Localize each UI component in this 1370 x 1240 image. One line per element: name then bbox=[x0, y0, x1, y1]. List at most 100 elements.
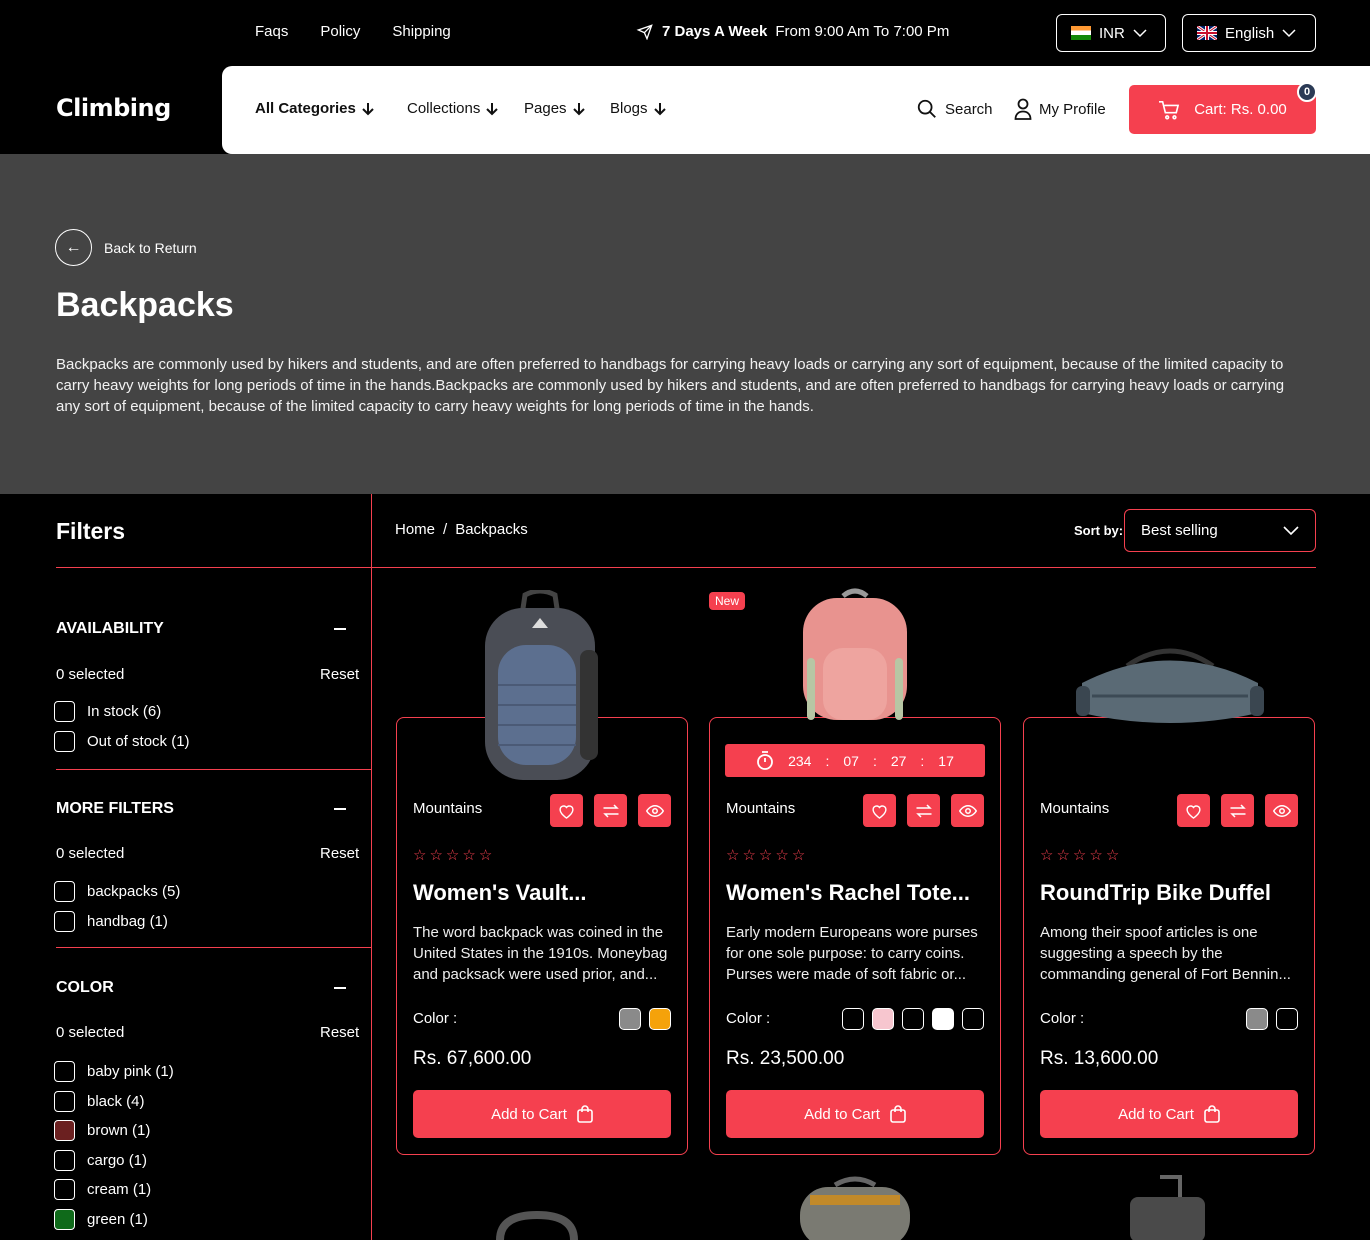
my-profile-button[interactable]: My Profile bbox=[1014, 98, 1106, 120]
filter-more-filters-title[interactable]: MORE FILTERS bbox=[56, 800, 174, 818]
filter-option-green[interactable]: green (1) bbox=[54, 1209, 148, 1230]
nav-collections[interactable]: Collections bbox=[407, 100, 499, 117]
color-swatch[interactable] bbox=[1276, 1008, 1298, 1030]
more-filters-selected-count: 0 selected bbox=[56, 845, 125, 862]
search-icon bbox=[917, 99, 936, 118]
filter-option-cream[interactable]: cream (1) bbox=[54, 1179, 151, 1200]
shipping-link[interactable]: Shipping bbox=[392, 23, 450, 40]
chevron-down-icon bbox=[1133, 29, 1147, 38]
shopping-bag-icon bbox=[1204, 1105, 1220, 1123]
cart-button[interactable]: Cart: Rs. 0.00 bbox=[1129, 85, 1316, 134]
checkbox[interactable] bbox=[54, 1209, 75, 1230]
sort-select[interactable]: Best selling bbox=[1124, 509, 1316, 552]
faqs-link[interactable]: Faqs bbox=[255, 23, 288, 40]
compare-button[interactable] bbox=[1221, 794, 1254, 827]
promo-message: 7 Days A Week From 9:00 Am To 7:00 Pm bbox=[636, 23, 949, 40]
site-logo[interactable]: Climbing bbox=[56, 94, 171, 122]
breadcrumb: Home / Backpacks bbox=[395, 521, 528, 538]
filter-option-baby-pink[interactable]: baby pink (1) bbox=[54, 1061, 174, 1082]
collapse-icon[interactable] bbox=[334, 628, 346, 630]
shopping-bag-icon bbox=[890, 1105, 906, 1123]
filter-option-handbag[interactable]: handbag (1) bbox=[54, 911, 168, 932]
quick-view-button[interactable] bbox=[638, 794, 671, 827]
filter-option-in-stock[interactable]: In stock (6) bbox=[54, 701, 161, 722]
checkbox[interactable] bbox=[54, 1150, 75, 1171]
back-to-return-link[interactable]: ← Back to Return bbox=[55, 229, 197, 266]
product-title[interactable]: Women's Vault... bbox=[413, 880, 675, 906]
wishlist-button[interactable] bbox=[1177, 794, 1210, 827]
paper-plane-icon bbox=[636, 23, 653, 40]
currency-selector[interactable]: INR bbox=[1056, 14, 1166, 52]
profile-label: My Profile bbox=[1039, 100, 1106, 118]
color-swatch[interactable] bbox=[649, 1008, 671, 1030]
color-swatch[interactable] bbox=[619, 1008, 641, 1030]
search-button[interactable]: Search bbox=[916, 98, 993, 120]
checkbox[interactable] bbox=[54, 1120, 75, 1141]
product-title[interactable]: Women's Rachel Tote... bbox=[726, 880, 988, 906]
compare-button[interactable] bbox=[594, 794, 627, 827]
checkbox[interactable] bbox=[54, 1179, 75, 1200]
filter-option-brown[interactable]: brown (1) bbox=[54, 1120, 150, 1141]
option-label: Out of stock (1) bbox=[87, 733, 190, 750]
nav-blogs[interactable]: Blogs bbox=[610, 100, 666, 117]
compare-button[interactable] bbox=[907, 794, 940, 827]
eye-icon bbox=[958, 804, 977, 817]
color-swatch[interactable] bbox=[932, 1008, 954, 1030]
color-swatches bbox=[619, 1008, 671, 1030]
more-filters-reset-link[interactable]: Reset bbox=[320, 845, 359, 862]
checkbox[interactable] bbox=[54, 881, 75, 902]
filter-option-backpacks[interactable]: backpacks (5) bbox=[54, 881, 180, 902]
color-swatch[interactable] bbox=[872, 1008, 894, 1030]
color-swatch[interactable] bbox=[902, 1008, 924, 1030]
language-selector[interactable]: English bbox=[1182, 14, 1316, 52]
checkbox[interactable] bbox=[54, 701, 75, 722]
quick-view-button[interactable] bbox=[1265, 794, 1298, 827]
breadcrumb-current: Backpacks bbox=[455, 521, 528, 538]
quick-view-button[interactable] bbox=[951, 794, 984, 827]
heart-icon bbox=[559, 804, 574, 819]
collection-description: Backpacks are commonly used by hikers an… bbox=[56, 356, 1285, 415]
pink-backpack-image[interactable] bbox=[795, 588, 915, 720]
product-image-partial[interactable] bbox=[490, 1205, 585, 1240]
checkbox[interactable] bbox=[54, 911, 75, 932]
timer-hours: 07 bbox=[843, 752, 859, 769]
backpack-image[interactable] bbox=[470, 590, 610, 785]
add-to-cart-button[interactable]: Add to Cart bbox=[726, 1090, 984, 1138]
compare-arrows-icon bbox=[1229, 803, 1246, 818]
breadcrumb-home[interactable]: Home bbox=[395, 521, 435, 538]
divider bbox=[56, 769, 372, 770]
back-label: Back to Return bbox=[104, 239, 197, 256]
filter-option-cargo[interactable]: cargo (1) bbox=[54, 1150, 147, 1171]
color-swatch[interactable] bbox=[1246, 1008, 1268, 1030]
color-swatch[interactable] bbox=[962, 1008, 984, 1030]
color-label: Color : bbox=[1040, 1010, 1085, 1027]
divider bbox=[56, 947, 372, 948]
collapse-icon[interactable] bbox=[334, 987, 346, 989]
arrow-down-icon bbox=[572, 102, 585, 115]
product-image-partial[interactable] bbox=[790, 1175, 920, 1240]
color-swatch[interactable] bbox=[842, 1008, 864, 1030]
nav-pages[interactable]: Pages bbox=[524, 100, 585, 117]
availability-reset-link[interactable]: Reset bbox=[320, 666, 359, 683]
wishlist-button[interactable] bbox=[550, 794, 583, 827]
filter-option-black[interactable]: black (4) bbox=[54, 1091, 145, 1112]
checkbox[interactable] bbox=[54, 1061, 75, 1082]
policy-link[interactable]: Policy bbox=[320, 23, 360, 40]
color-reset-link[interactable]: Reset bbox=[320, 1024, 359, 1041]
add-to-cart-button[interactable]: Add to Cart bbox=[413, 1090, 671, 1138]
filter-color-title[interactable]: COLOR bbox=[56, 979, 114, 997]
nav-all-categories[interactable]: All Categories bbox=[255, 100, 374, 117]
nav-label: Blogs bbox=[610, 100, 648, 117]
product-title[interactable]: RoundTrip Bike Duffel bbox=[1040, 880, 1302, 906]
filter-availability-title[interactable]: AVAILABILITY bbox=[56, 620, 164, 638]
duffel-bag-image[interactable] bbox=[1072, 638, 1268, 738]
product-card[interactable]: Mountains ☆ ☆ ☆ ☆ ☆ RoundTrip Bike Duffel Am… bbox=[1023, 717, 1315, 1155]
product-image-partial[interactable] bbox=[1125, 1175, 1210, 1240]
checkbox[interactable] bbox=[54, 731, 75, 752]
wishlist-button[interactable] bbox=[863, 794, 896, 827]
checkbox[interactable] bbox=[54, 1091, 75, 1112]
collapse-icon[interactable] bbox=[334, 808, 346, 810]
filter-option-out-of-stock[interactable]: Out of stock (1) bbox=[54, 731, 190, 752]
add-to-cart-button[interactable]: Add to Cart bbox=[1040, 1090, 1298, 1138]
product-card[interactable]: Mountains ☆ ☆ ☆ ☆ ☆ Women's Rachel Tote... E… bbox=[709, 717, 1001, 1155]
